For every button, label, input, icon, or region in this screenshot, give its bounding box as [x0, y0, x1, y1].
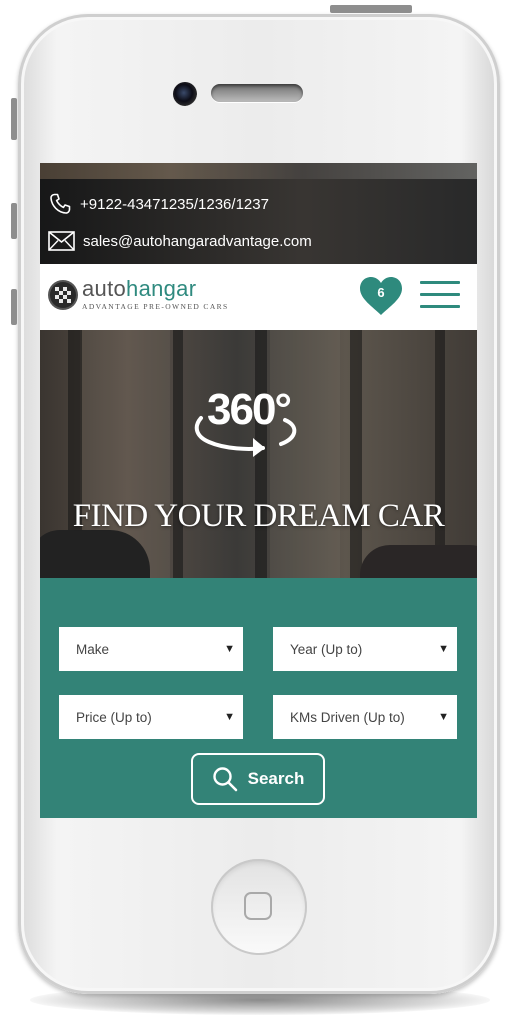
car-search-panel: Make ▼ Year (Up to) ▼ Price (Up to) ▼ KM…	[40, 578, 477, 818]
make-select-value: Make	[76, 641, 110, 657]
wishlist-button[interactable]: 6	[359, 276, 403, 316]
front-camera	[173, 82, 197, 106]
site-logo[interactable]: autohangar ADVANTAGE PRE-OWNED CARS	[50, 278, 229, 311]
phone-contact[interactable]: +9122-43471235/1236/1237	[48, 192, 269, 216]
phone-number[interactable]: +9122-43471235/1236/1237	[80, 196, 269, 213]
search-icon	[212, 767, 237, 792]
email-address[interactable]: sales@autohangaradvantage.com	[83, 233, 312, 250]
dropdown-caret-icon: ▼	[438, 643, 449, 655]
search-button[interactable]: Search	[191, 753, 325, 805]
logo-tagline: ADVANTAGE PRE-OWNED CARS	[82, 302, 229, 311]
email-contact[interactable]: sales@autohangaradvantage.com	[48, 231, 312, 251]
site-header: autohangar ADVANTAGE PRE-OWNED CARS 6	[40, 264, 477, 330]
phone-icon	[50, 193, 71, 214]
search-button-label: Search	[247, 769, 305, 788]
kms-driven-select[interactable]: KMs Driven (Up to) ▼	[273, 695, 457, 739]
envelope-icon	[48, 231, 75, 251]
price-select[interactable]: Price (Up to) ▼	[59, 695, 243, 739]
year-select[interactable]: Year (Up to) ▼	[273, 627, 457, 671]
hamburger-menu-icon[interactable]	[420, 281, 460, 311]
car-silhouette	[360, 545, 477, 578]
home-button-icon	[244, 892, 272, 920]
phone-volume-down-button	[11, 289, 17, 325]
phone-volume-up-button	[11, 203, 17, 239]
hero-title: FIND YOUR DREAM CAR	[72, 498, 445, 534]
home-button[interactable]	[211, 859, 307, 955]
phone-silent-switch	[11, 98, 17, 140]
phone-screen: +9122-43471235/1236/1237 sales@autohanga…	[40, 163, 477, 818]
car-silhouette	[40, 530, 150, 578]
contact-bar: +9122-43471235/1236/1237 sales@autohanga…	[40, 163, 477, 264]
dropdown-caret-icon: ▼	[224, 711, 235, 723]
checkered-flag-logo-icon	[50, 281, 76, 308]
kms-driven-select-value: KMs Driven (Up to)	[290, 709, 405, 725]
year-select-value: Year (Up to)	[290, 641, 363, 657]
wishlist-count: 6	[377, 285, 385, 300]
make-select[interactable]: Make ▼	[59, 627, 243, 671]
logo-name-part2: hangar	[126, 276, 197, 301]
360-view-icon: 360°	[194, 385, 297, 457]
logo-wordmark: autohangar ADVANTAGE PRE-OWNED CARS	[82, 278, 229, 312]
360-view-badge: 360°	[207, 385, 290, 434]
price-select-value: Price (Up to)	[76, 709, 152, 725]
earpiece-speaker	[211, 84, 303, 102]
dropdown-caret-icon: ▼	[224, 643, 235, 655]
phone-power-button	[330, 5, 412, 13]
dropdown-caret-icon: ▼	[438, 711, 449, 723]
hero-banner: 360° FIND YOUR DREAM CAR	[40, 330, 477, 578]
logo-name: autohangar	[82, 278, 229, 300]
logo-name-part1: auto	[82, 276, 127, 301]
